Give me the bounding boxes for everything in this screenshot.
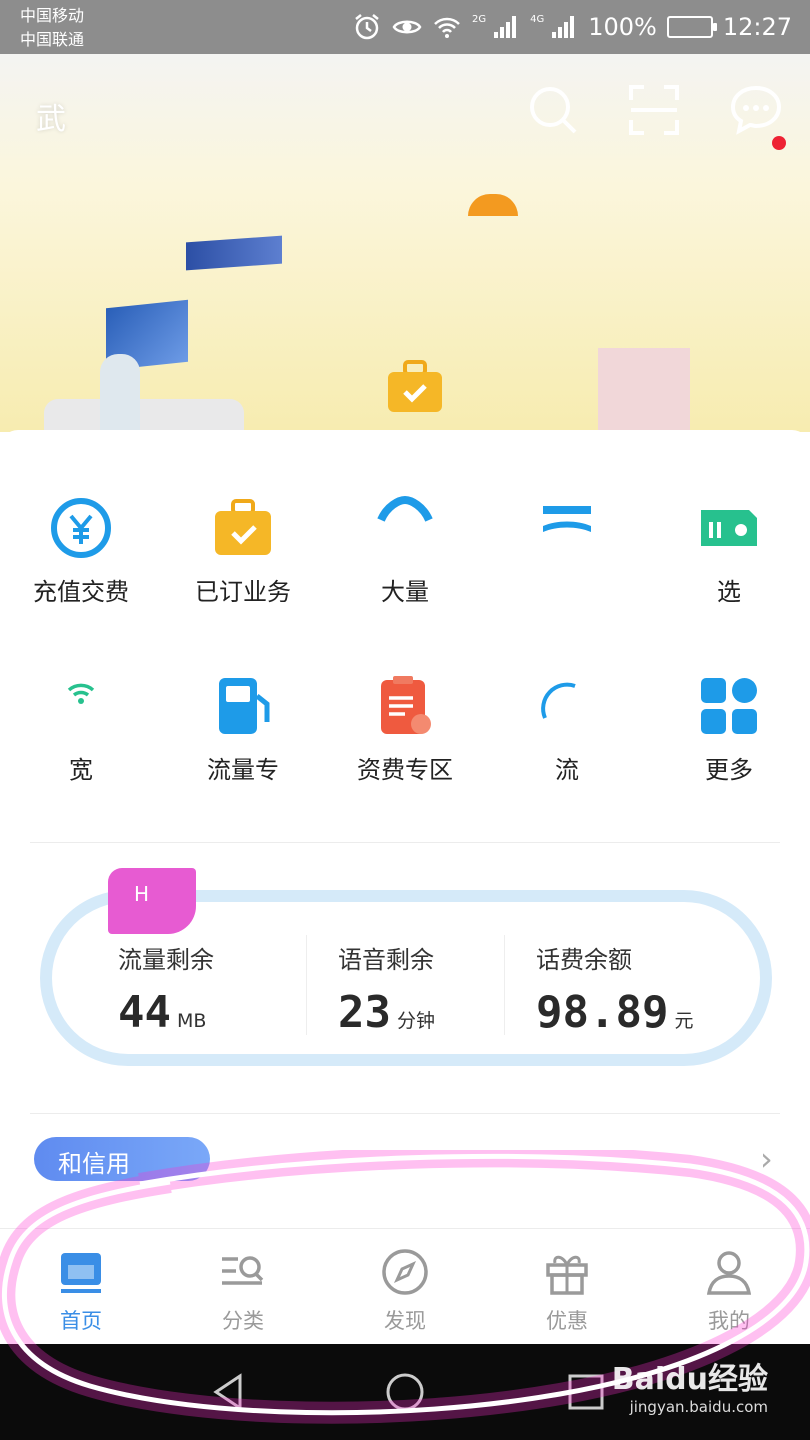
- banner-billboard-image: [186, 235, 282, 271]
- fee-balance-value: 98.89: [536, 987, 669, 1038]
- data-remaining-label: 流量剩余: [118, 946, 214, 974]
- watermark: Baidu经验 jingyan.baidu.com: [612, 1354, 768, 1416]
- voice-remaining-label: 语音剩余: [338, 946, 434, 974]
- recharge-icon: [51, 498, 111, 558]
- nav-category[interactable]: 分类: [162, 1229, 324, 1345]
- compass-icon: [382, 1249, 428, 1295]
- data-remaining-unit: MB: [176, 1010, 207, 1032]
- data-remaining-value: 44: [118, 987, 171, 1038]
- nav-label: 优惠: [546, 1309, 588, 1333]
- wifi-icon: [67, 683, 95, 704]
- watermark-brand: Baidu经验: [611, 1362, 768, 1397]
- banner-sofa-image: [44, 399, 244, 432]
- banner-sun-decoration: [468, 194, 518, 216]
- nav-offers[interactable]: 优惠: [486, 1229, 648, 1345]
- package-icon: [377, 496, 433, 522]
- signal-bars-icon: [552, 16, 575, 38]
- recents-icon[interactable]: [562, 1368, 610, 1416]
- fee-balance-label: 话费余额: [536, 946, 632, 974]
- bill-icon: [381, 676, 431, 734]
- unread-dot: [772, 136, 786, 150]
- voice-remaining[interactable]: 语音剩余 23 分钟: [338, 940, 435, 1038]
- search-icon[interactable]: [527, 84, 579, 136]
- fee-balance-unit: 元: [674, 1010, 694, 1032]
- signal-bars-icon: [494, 16, 517, 38]
- battery-icon: [666, 16, 717, 38]
- carrier-secondary: 中国联通: [20, 30, 85, 49]
- service-label: 大量: [381, 578, 429, 606]
- category-icon: [222, 1256, 264, 1285]
- scan-icon[interactable]: [628, 84, 680, 136]
- gauge-icon: [541, 682, 576, 719]
- banner-pink-block: [598, 348, 690, 432]
- battery-percent: 100%: [588, 13, 657, 41]
- service-label: 更多: [705, 756, 753, 784]
- service-label: 流量专: [207, 756, 279, 784]
- network-4g-label: 4G: [530, 13, 545, 25]
- service-more[interactable]: 更多: [648, 674, 810, 785]
- sim-card-icon: [701, 510, 757, 546]
- service-flow-query[interactable]: 流: [486, 674, 648, 785]
- back-icon[interactable]: [206, 1368, 254, 1416]
- nav-profile[interactable]: 我的: [648, 1229, 810, 1345]
- hero-banner[interactable]: 武 广告: [0, 54, 810, 432]
- briefcase-icon: [215, 499, 271, 555]
- service-package[interactable]: 大量: [324, 496, 486, 607]
- data-remaining[interactable]: 流量剩余 44 MB: [118, 940, 214, 1038]
- stat-separator: [306, 935, 307, 1035]
- carrier-primary: 中国移动: [20, 6, 85, 25]
- service-recharge[interactable]: 充值交费: [0, 496, 162, 607]
- nav-label: 首页: [60, 1309, 102, 1333]
- watermark-url: jingyan.baidu.com: [629, 1398, 768, 1416]
- credit-badge[interactable]: 和信用: [34, 1137, 210, 1181]
- nav-home[interactable]: 首页: [0, 1229, 162, 1345]
- hot-tag: H: [108, 868, 196, 934]
- service-label: 选: [717, 578, 741, 606]
- nav-label: 我的: [708, 1309, 750, 1333]
- nav-label: 发现: [384, 1309, 426, 1333]
- nav-discover[interactable]: 发现: [324, 1229, 486, 1345]
- more-grid-icon: [701, 678, 757, 734]
- status-bar: 中国移动 中国联通 2G 4G 100% 12:27: [0, 0, 810, 54]
- home-circle-icon[interactable]: [381, 1368, 429, 1416]
- flow-icon: [543, 506, 591, 532]
- service-subscribed[interactable]: 已订业务: [162, 496, 324, 607]
- service-label: 资费专区: [357, 756, 453, 784]
- fee-balance[interactable]: 话费余额 98.89 元: [536, 940, 693, 1038]
- home-icon: [61, 1253, 101, 1293]
- bottom-nav: 首页 分类 发现 优惠 我的: [0, 1228, 810, 1344]
- nav-label: 分类: [222, 1309, 264, 1333]
- service-label: 已订业务: [195, 578, 291, 606]
- city-selector[interactable]: 武: [36, 94, 66, 138]
- profile-icon: [706, 1251, 752, 1295]
- message-icon[interactable]: [730, 84, 782, 136]
- gas-station-icon: [219, 678, 270, 734]
- service-flow[interactable]: [486, 496, 648, 572]
- clock-time: 12:27: [722, 13, 792, 41]
- section-divider: [30, 1113, 780, 1114]
- stat-separator: [504, 935, 505, 1035]
- eye-comfort-icon: [392, 20, 422, 34]
- service-tariff-zone[interactable]: 资费专区: [324, 674, 486, 785]
- briefcase-icon: [388, 360, 442, 412]
- service-label: 流: [555, 756, 579, 784]
- service-label: 宽: [69, 756, 93, 784]
- chevron-right-icon[interactable]: ›: [760, 1140, 773, 1178]
- service-number-select[interactable]: 选: [648, 496, 810, 607]
- service-broadband[interactable]: 宽: [0, 674, 162, 785]
- banner-person-image: [100, 354, 140, 432]
- service-label: 充值交费: [33, 578, 129, 606]
- voice-remaining-value: 23: [338, 987, 391, 1038]
- service-flow-zone[interactable]: 流量专: [162, 674, 324, 785]
- voice-remaining-unit: 分钟: [396, 1010, 435, 1032]
- alarm-icon: [355, 14, 379, 40]
- wifi-signal-icon: [434, 17, 460, 38]
- gift-icon: [546, 1255, 588, 1295]
- section-divider: [30, 842, 780, 843]
- network-2g-label: 2G: [471, 13, 487, 25]
